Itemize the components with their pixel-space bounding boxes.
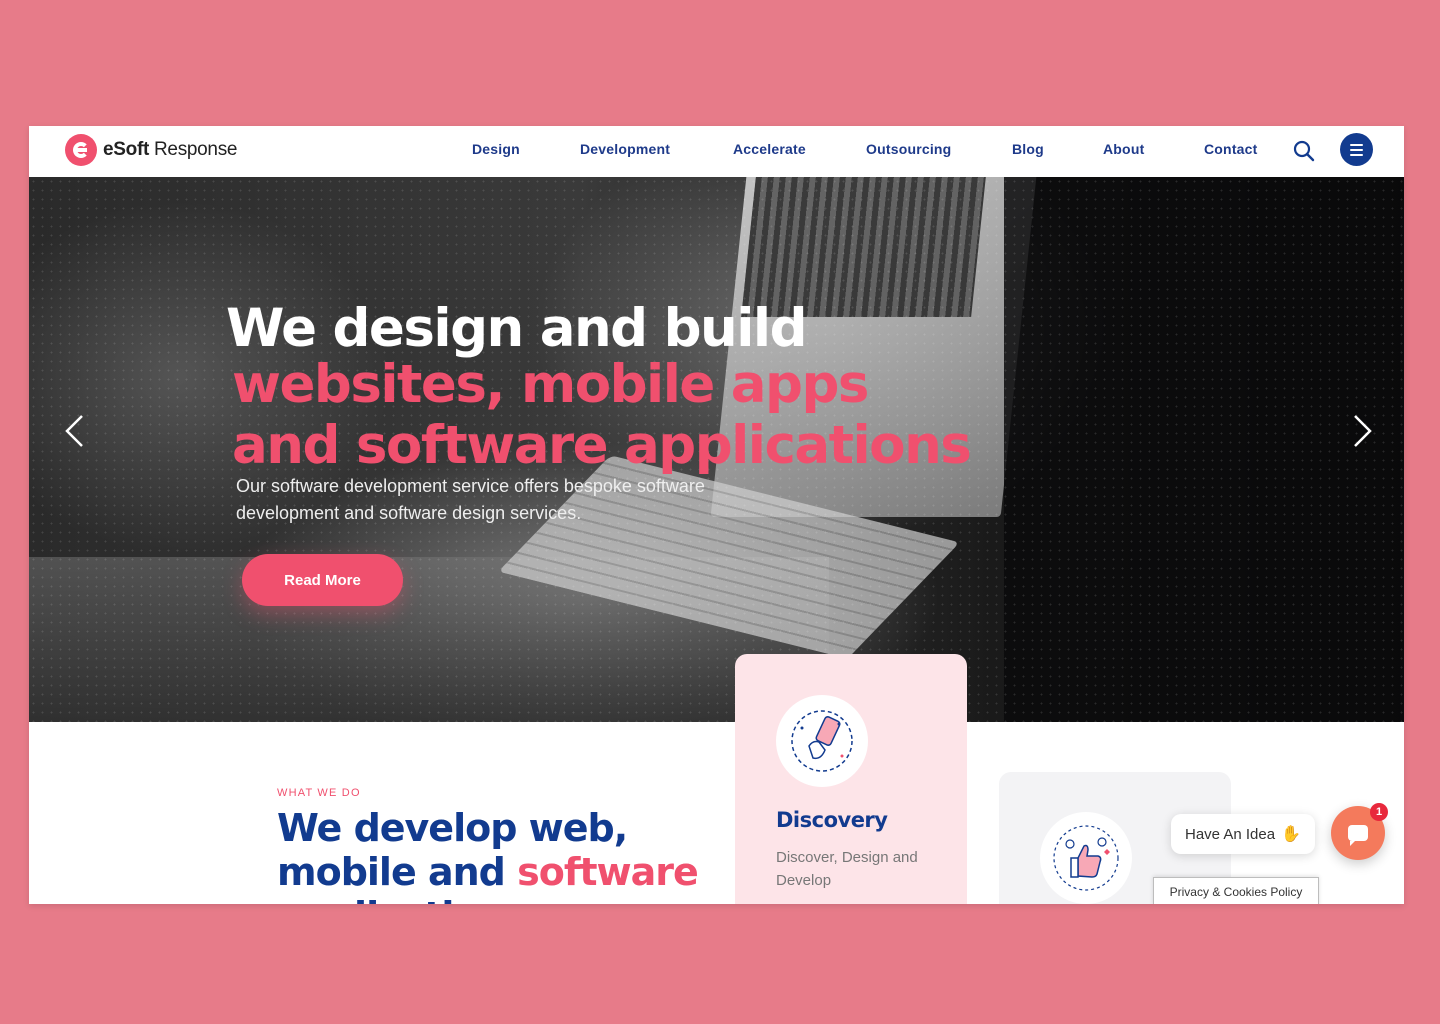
- hamburger-menu-button[interactable]: [1340, 133, 1373, 166]
- hero-subtitle: Our software development service offers …: [236, 476, 705, 523]
- card-text: Discover, Design and Develop: [776, 849, 918, 889]
- chat-icon: [1348, 825, 1368, 846]
- nav-item-outsourcing[interactable]: Outsourcing: [866, 141, 951, 157]
- nav-item-design[interactable]: Design: [472, 141, 520, 157]
- have-an-idea-prompt[interactable]: Have An Idea ✋: [1171, 814, 1315, 854]
- nav-item-development[interactable]: Development: [580, 141, 670, 157]
- nav-item-about[interactable]: About: [1103, 141, 1144, 157]
- search-icon[interactable]: [1291, 138, 1317, 164]
- hero-title-line-3: and software applications: [232, 415, 972, 476]
- nav-item-contact[interactable]: Contact: [1204, 141, 1258, 157]
- discovery-card[interactable]: Discovery Discover, Design and Develop: [735, 654, 967, 904]
- nav-item-blog[interactable]: Blog: [1012, 141, 1044, 157]
- chat-notification-badge: 1: [1370, 803, 1388, 821]
- hero-slider: We design and build websites, mobile app…: [29, 177, 1404, 722]
- chevron-left-icon[interactable]: [62, 413, 88, 449]
- read-more-button[interactable]: Read More: [242, 554, 403, 606]
- hamburger-line: [1350, 148, 1363, 151]
- hand-phone-icon: [776, 695, 868, 787]
- hero-title-line-2: websites, mobile apps: [232, 354, 869, 415]
- privacy-policy-link[interactable]: Privacy & Cookies Policy: [1153, 877, 1319, 904]
- chat-prompt-text: Have An Idea: [1185, 825, 1276, 843]
- browser-viewport: eSoft Response Design Development Accele…: [29, 126, 1404, 904]
- section-eyebrow: WHAT WE DO: [277, 787, 361, 799]
- thumbs-up-icon: [1040, 812, 1132, 904]
- card-title: Discovery: [776, 808, 888, 832]
- hero-title-line-1: We design and build: [226, 298, 808, 359]
- hamburger-line: [1350, 153, 1363, 156]
- section-title: We develop web, mobile and software appl…: [277, 806, 699, 904]
- nav-item-accelerate[interactable]: Accelerate: [733, 141, 806, 157]
- waving-hand-icon: ✋: [1281, 826, 1301, 843]
- main-nav: Design Development Accelerate Outsourcin…: [29, 126, 1404, 177]
- site-header: eSoft Response Design Development Accele…: [29, 126, 1404, 177]
- hamburger-icon: [1350, 143, 1363, 146]
- chevron-right-icon[interactable]: [1349, 413, 1375, 449]
